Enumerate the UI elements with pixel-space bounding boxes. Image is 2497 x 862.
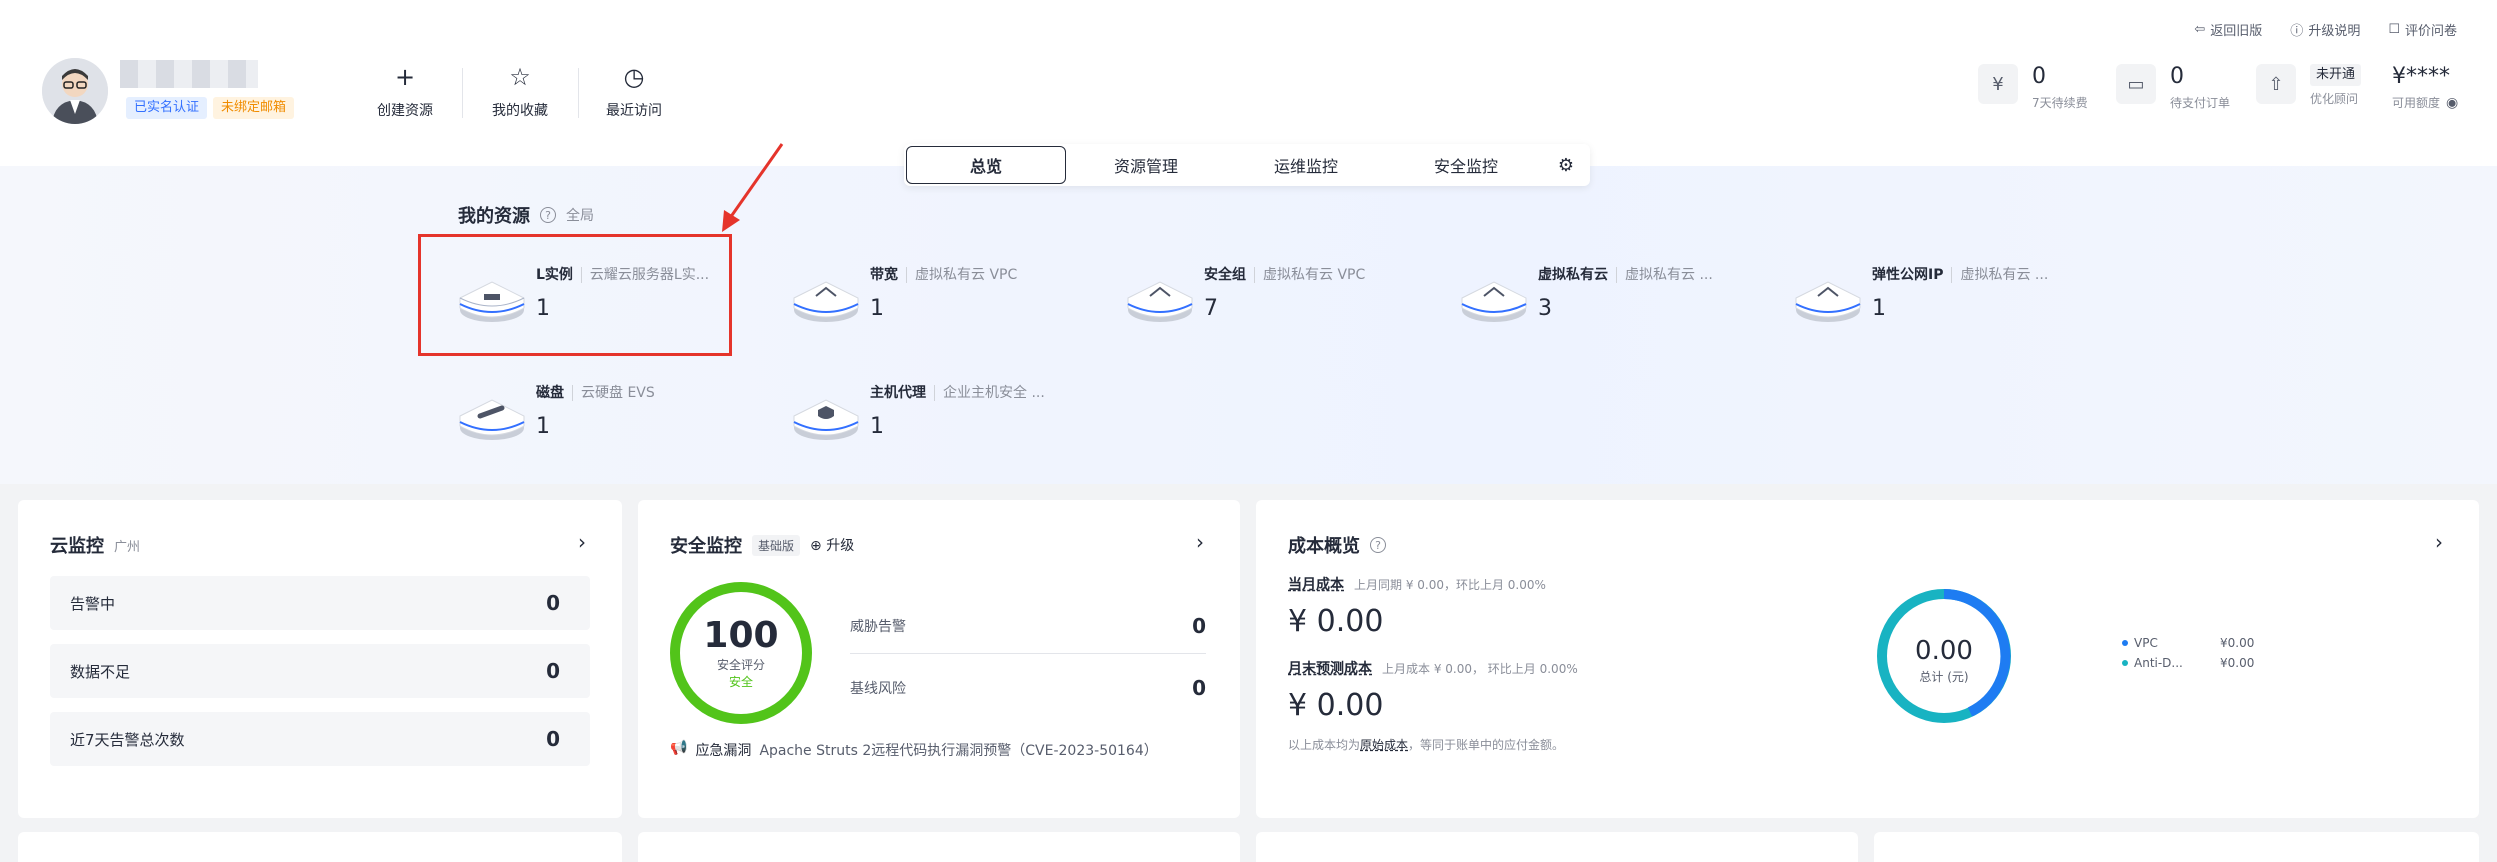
red-arrow-icon	[722, 143, 784, 232]
resource-item-eip[interactable]: 弹性公网IP 虚拟私有云 ... 1	[1794, 264, 2084, 334]
create-resource-button[interactable]: + 创建资源	[355, 64, 455, 120]
top-link-upgrade-notes[interactable]: ⓘ 升级说明	[2290, 20, 2360, 39]
cost-note: 以上成本均为原始成本，等同于账单中的应付金额。	[1288, 738, 1565, 752]
bottom-card-4	[1874, 832, 2479, 862]
current-month-cost-value: ¥ 0.00	[1288, 604, 1384, 639]
main-tabs: 总览 资源管理 运维监控 安全监控 ⚙	[904, 144, 1590, 186]
user-avatar-icon	[42, 58, 108, 124]
security-title: 安全监控 基础版 ⊕ 升级	[670, 534, 855, 557]
eip-icon	[1795, 281, 1861, 322]
legend-item-vpc[interactable]: VPC ¥0.00	[2122, 636, 2254, 650]
legend-item-anti-ddos[interactable]: Anti-D... ¥0.00	[2122, 656, 2254, 670]
eye-icon[interactable]: ◉	[2446, 95, 2458, 111]
card-icon: ▭	[2116, 64, 2156, 104]
return-icon: ⇦	[2194, 22, 2206, 37]
username-redacted	[120, 60, 258, 88]
legend-dot	[2122, 640, 2128, 646]
security-monitor-card: 安全监控 基础版 ⊕ 升级 › 100 安全评分 安全 威胁告警 0 基线风险 0 …	[638, 500, 1240, 818]
resource-item-host-agent[interactable]: 主机代理 企业主机安全 ... 1	[792, 382, 1082, 452]
help-icon[interactable]: ?	[1370, 537, 1386, 553]
gear-icon[interactable]: ⚙	[1546, 145, 1586, 185]
tab-security-monitoring[interactable]: 安全监控	[1386, 145, 1546, 185]
donut-total-value: 0.00	[1915, 636, 1973, 666]
resources-title: 我的资源 ? 全局	[458, 206, 594, 227]
monitor-row-alarming[interactable]: 告警中 0	[50, 576, 590, 630]
tab-ops-monitoring[interactable]: 运维监控	[1226, 145, 1386, 185]
donut-total-label: 总计 (元)	[1919, 670, 1969, 684]
threat-alarm-row[interactable]: 威胁告警 0	[850, 598, 1206, 654]
bottom-card-3	[1256, 832, 1858, 862]
email-unbound-badge[interactable]: 未绑定邮箱	[213, 97, 295, 119]
cost-title: 成本概览 ?	[1288, 532, 1386, 558]
star-icon: ☆	[509, 63, 531, 91]
monitor-row-insufficient[interactable]: 数据不足 0	[50, 644, 590, 698]
optimization-advisor-widget[interactable]: ⇧ 未开通 优化顾问	[2256, 64, 2362, 107]
forecast-cost-value: ¥ 0.00	[1288, 688, 1384, 723]
upgrade-link[interactable]: ⊕ 升级	[810, 535, 854, 555]
help-icon[interactable]: ?	[540, 207, 556, 223]
plus-circle-icon: ⊕	[810, 538, 822, 554]
tab-resource-management[interactable]: 资源管理	[1066, 145, 1226, 185]
chevron-right-icon[interactable]: ›	[2435, 530, 2443, 554]
shield-icon	[793, 399, 859, 440]
baseline-risk-row[interactable]: 基线风险 0	[850, 660, 1206, 716]
available-credit-widget[interactable]: ¥**** 可用额度 ◉	[2392, 64, 2458, 111]
yen-icon: ¥	[1978, 64, 2018, 104]
highlight-box	[418, 234, 732, 356]
verified-badge[interactable]: 已实名认证	[126, 97, 208, 119]
resource-item-security-group[interactable]: 安全组 虚拟私有云 VPC 7	[1126, 264, 1416, 334]
top-link-survey[interactable]: ☐ 评价问卷	[2388, 20, 2457, 39]
emergency-vuln-notice[interactable]: 📢 应急漏洞 Apache Struts 2远程代码执行漏洞预警（CVE-202…	[670, 740, 1158, 760]
resource-item-disk[interactable]: 磁盘 云硬盘 EVS 1	[458, 382, 748, 452]
rocket-icon: ⇧	[2256, 64, 2296, 104]
disk-icon	[459, 399, 525, 440]
cloud-monitor-title: 云监控 广州	[50, 536, 141, 557]
recent-visits-button[interactable]: ◷ 最近访问	[584, 64, 684, 120]
megaphone-icon: 📢	[670, 740, 688, 756]
plus-icon: +	[394, 63, 416, 91]
resource-item-vpc[interactable]: 虚拟私有云 虚拟私有云 ... 3	[1460, 264, 1750, 334]
bandwidth-icon	[793, 281, 859, 322]
cloud-monitor-card: 云监控 广州 › 告警中 0 数据不足 0 近7天告警总次数 0	[18, 500, 622, 818]
divider	[578, 68, 579, 118]
top-link-back-old[interactable]: ⇦ 返回旧版	[2194, 20, 2262, 39]
renewal-widget[interactable]: ¥ 0 7天待续费	[1978, 64, 2088, 111]
divider	[462, 68, 463, 118]
chevron-right-icon[interactable]: ›	[578, 530, 586, 554]
avatar[interactable]	[42, 58, 108, 124]
pending-orders-widget[interactable]: ▭ 0 待支付订单	[2116, 64, 2230, 111]
resource-item-bandwidth[interactable]: 带宽 虚拟私有云 VPC 1	[792, 264, 1082, 334]
clock-icon: ◷	[623, 63, 645, 91]
tab-overview[interactable]: 总览	[906, 146, 1066, 184]
forecast-cost-label: 月末预测成本 上月成本 ¥ 0.00， 环比上月 0.00%	[1288, 661, 1578, 677]
top-links: ⇦ 返回旧版 ⓘ 升级说明 ☐ 评价问卷	[2194, 20, 2457, 39]
bottom-card-2	[638, 832, 1240, 862]
help-circle-icon: ⓘ	[2290, 24, 2304, 39]
current-month-cost-label: 当月成本 上月同期 ¥ 0.00，环比上月 0.00%	[1288, 577, 1546, 593]
monitor-row-7day-total[interactable]: 近7天告警总次数 0	[50, 712, 590, 766]
vpc-icon	[1461, 281, 1527, 322]
legend-dot	[2122, 660, 2128, 666]
security-score-ring[interactable]: 100 安全评分 安全	[670, 582, 812, 724]
cost-overview-card: 成本概览 ? › 当月成本 上月同期 ¥ 0.00，环比上月 0.00% ¥ 0.…	[1256, 500, 2479, 818]
bottom-card-1	[18, 832, 622, 862]
security-group-icon	[1127, 281, 1193, 322]
favorites-button[interactable]: ☆ 我的收藏	[470, 64, 570, 120]
chevron-right-icon[interactable]: ›	[1196, 530, 1204, 554]
survey-icon: ☐	[2388, 22, 2400, 37]
